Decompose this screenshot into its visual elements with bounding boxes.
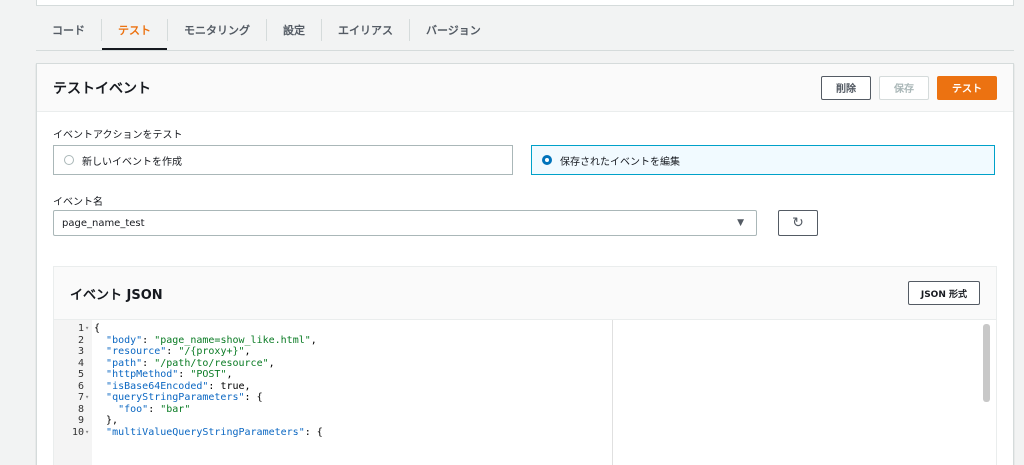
print-margin-line bbox=[612, 320, 613, 465]
event-action-label: イベントアクションをテスト bbox=[53, 130, 183, 141]
code-text: "queryStringParameters": { bbox=[106, 392, 263, 403]
panel-title: テストイベント bbox=[53, 80, 151, 97]
fold-toggle-icon[interactable]: ▾ bbox=[85, 427, 89, 439]
event-json-panel: イベント JSON JSON 形式 1 ▾{2 "body": "page_nam… bbox=[53, 266, 997, 465]
tab-code[interactable]: コード bbox=[36, 10, 101, 50]
event-json-title: イベント JSON bbox=[70, 287, 163, 303]
event-name-label: イベント名 bbox=[53, 197, 103, 208]
test-button[interactable]: テスト bbox=[937, 75, 997, 100]
code-text: "isBase64Encoded": true, bbox=[106, 380, 251, 392]
radio-selected-icon bbox=[542, 155, 552, 165]
line-number: 5 bbox=[77, 369, 84, 380]
line-number: 3 bbox=[77, 346, 84, 357]
code-text: "body": "page_name=show_like.html", bbox=[106, 334, 317, 346]
format-json-button[interactable]: JSON 形式 bbox=[907, 281, 980, 305]
tab-monitoring[interactable]: モニタリング bbox=[168, 10, 266, 50]
test-event-panel: テストイベント 削除 保存 テスト イベントアクションをテスト 新しいイベントを… bbox=[36, 63, 1014, 465]
tabs-underline bbox=[36, 50, 1014, 51]
fold-toggle-icon[interactable]: ▾ bbox=[85, 323, 89, 335]
code-text: { bbox=[94, 323, 101, 334]
json-code-editor[interactable]: 1 ▾{2 "body": "page_name=show_like.html",… bbox=[54, 319, 996, 465]
function-tabs: コード テスト モニタリング 設定 エイリアス バージョン bbox=[36, 10, 1014, 50]
code-text: "path": "/path/to/resource", bbox=[106, 357, 275, 369]
previous-panel-edge bbox=[36, 0, 1014, 6]
event-name-select[interactable]: page_name_test ▼ bbox=[53, 210, 757, 236]
line-number: 8 bbox=[77, 403, 84, 415]
code-text: "multiValueQueryStringParameters": { bbox=[106, 426, 323, 438]
code-text: "foo": "bar" bbox=[118, 403, 191, 415]
code-text: }, bbox=[94, 415, 119, 426]
line-number: 6 bbox=[77, 380, 84, 392]
line-number: 1 bbox=[77, 323, 84, 334]
tab-test[interactable]: テスト bbox=[102, 10, 167, 50]
line-number: 2 bbox=[77, 334, 84, 346]
event-json-header: イベント JSON JSON 形式 bbox=[54, 267, 996, 319]
line-number: 9 bbox=[77, 415, 84, 426]
editor-scrollbar[interactable] bbox=[983, 324, 990, 402]
line-number: 4 bbox=[77, 357, 84, 369]
event-name-value: page_name_test bbox=[62, 217, 145, 229]
edit-saved-event-label: 保存されたイベントを編集 bbox=[560, 156, 680, 168]
test-event-header: テストイベント 削除 保存 テスト bbox=[37, 64, 1013, 112]
line-number: 10 bbox=[71, 426, 84, 438]
refresh-icon: ↻ bbox=[792, 215, 804, 231]
line-number: 7 bbox=[77, 392, 84, 403]
refresh-button[interactable]: ↻ bbox=[778, 210, 818, 236]
tab-versions[interactable]: バージョン bbox=[410, 10, 497, 50]
radio-unselected-icon bbox=[64, 155, 74, 165]
create-new-event-option[interactable]: 新しいイベントを作成 bbox=[53, 145, 513, 175]
code-text: "httpMethod": "POST", bbox=[106, 369, 233, 380]
delete-button[interactable]: 削除 bbox=[821, 75, 871, 100]
code-text: "resource": "/{proxy+}", bbox=[106, 346, 251, 357]
tab-aliases[interactable]: エイリアス bbox=[322, 10, 409, 50]
fold-toggle-icon[interactable]: ▾ bbox=[85, 392, 89, 404]
tab-settings[interactable]: 設定 bbox=[267, 10, 321, 50]
edit-saved-event-option[interactable]: 保存されたイベントを編集 bbox=[531, 145, 995, 175]
create-new-event-label: 新しいイベントを作成 bbox=[82, 156, 182, 168]
save-button[interactable]: 保存 bbox=[879, 75, 929, 100]
dropdown-arrow-icon: ▼ bbox=[737, 218, 744, 228]
